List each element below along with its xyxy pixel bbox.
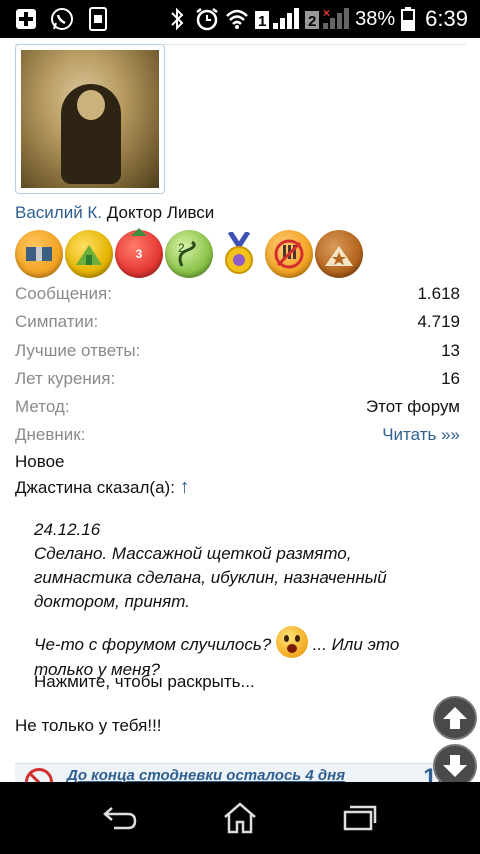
svg-text:2: 2 [178,241,185,255]
svg-text:2: 2 [308,13,316,30]
thread-content: Василий К. Доктор Ливси 3 2 Сообщения: 1… [0,38,480,782]
stat-label: Дневник: [15,425,86,445]
quote-author: Джастина сказал(а): [15,478,175,497]
badge-5-medal-icon[interactable] [215,230,263,278]
wifi-icon [225,7,249,31]
trophy-badges: 3 2 [15,228,363,278]
clock: 6:39 [425,6,468,31]
badge-4-icon[interactable]: 2 [165,230,213,278]
stat-value: Этот форум [365,397,460,417]
scared-emoji-icon [275,626,308,658]
navigation-bar [0,782,480,854]
stat-value: 13 [441,340,460,360]
recent-apps-button[interactable] [330,793,390,843]
back-icon [103,807,137,830]
bluetooth-icon [165,7,189,31]
reply-text: Не только у тебя!!! [15,716,162,735]
signal-sim1-icon: 1 [255,7,300,31]
quote-block: 24.12.16 Сделано. Массажной щеткой размя… [34,518,434,694]
stat-label: Сообщения: [15,284,112,303]
stat-label: Симпатии: [15,312,99,332]
stat-label: Метод: [15,397,70,417]
badge-6-icon[interactable] [265,230,313,278]
arrow-down-icon [443,755,467,777]
stat-diary: Дневник: Читать »» [15,425,460,453]
diary-read-link[interactable]: Читать »» [382,425,460,445]
quote-date: 24.12.16 [34,520,101,539]
stat-messages: Сообщения: 1.618 [15,284,460,312]
home-icon [224,802,256,834]
signal-sim2-icon: 2 × [305,7,350,31]
avatar-photo [21,50,159,188]
username-link[interactable]: Василий К. [15,203,102,222]
avatar[interactable] [15,44,165,194]
stat-likes: Симпатии: 4.719 [15,312,460,340]
whatsapp-icon [50,7,74,31]
user-info: Василий К. Доктор Ливси [15,203,214,223]
stat-label: Лет курения: [15,368,116,388]
battery-icon [401,7,416,31]
quote-header: Джастина сказал(а): ↑ [15,476,190,499]
scroll-up-button[interactable] [433,696,477,740]
new-label: Новое [15,452,65,471]
stat-label: Лучшие ответы: [15,340,141,360]
add-icon [14,7,38,31]
svg-text:1: 1 [258,13,266,30]
badge-3-tomato-icon[interactable]: 3 [115,228,163,278]
recent-apps-icon [343,805,377,831]
quote-paragraph-1: Сделано. Массажной щеткой размято, гимна… [34,544,387,611]
stat-smoking-years: Лет курения: 16 [15,369,460,397]
badge-1-icon[interactable] [15,230,63,278]
signature-banner[interactable]: До конца стодневки осталось 4 дня 12 [15,763,460,782]
status-bar: 1 2 × 38% 6:39 [0,0,480,38]
user-title: Доктор Ливси [106,203,215,222]
alarm-icon [195,7,219,31]
badge-7-icon[interactable] [315,230,363,278]
stat-best-answers: Лучшие ответы: 13 [15,341,460,369]
user-stats: Сообщения: 1.618 Симпатии: 4.719 Лучшие … [15,284,460,454]
svg-text:×: × [323,7,330,20]
expand-quote-link[interactable]: Нажмите, чтобы раскрыть... [34,672,255,692]
back-button[interactable] [90,793,150,843]
arrow-up-icon [443,707,467,729]
scroll-down-button[interactable] [433,744,477,782]
stat-value: 1.618 [417,284,460,303]
quote-source-arrow-icon[interactable]: ↑ [180,476,190,498]
no-smoking-icon [25,768,53,782]
stat-value: 4.719 [417,312,460,332]
battery-percent: 38% [355,7,396,30]
home-button[interactable] [210,793,270,843]
sim-manager-icon [86,7,110,31]
stat-value: 16 [441,368,460,388]
stat-method: Метод: Этот форум [15,397,460,425]
badge-2-icon[interactable] [65,230,113,278]
banner-text: До конца стодневки осталось 4 дня [67,767,346,782]
